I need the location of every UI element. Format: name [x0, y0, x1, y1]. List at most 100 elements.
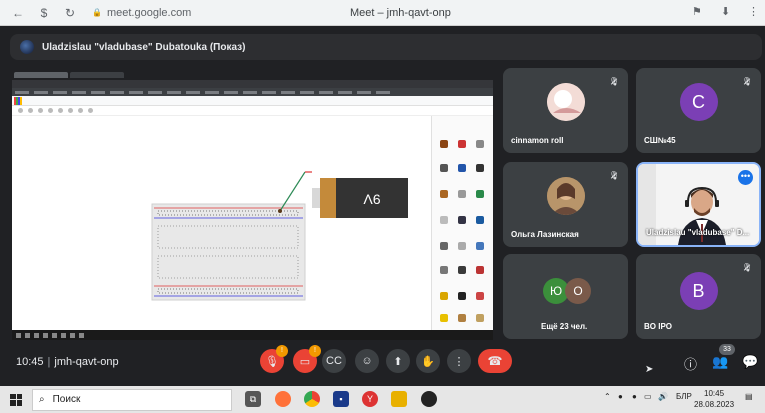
taskbar-search[interactable]: ⌕ Поиск [32, 388, 232, 411]
search-placeholder: Поиск [52, 394, 81, 405]
shared-address-bar [12, 80, 493, 88]
folder-icon[interactable] [391, 391, 407, 407]
back-arrow-icon[interactable]: ← [10, 5, 26, 21]
circuit-drawing: 9V [151, 171, 408, 301]
more-options-icon[interactable]: ••• [738, 170, 753, 185]
camera-toggle-button[interactable]: ▭ ! [293, 345, 321, 373]
participant-name: Uladzislau "vladubase" D... [646, 228, 750, 237]
mic-off-icon: 🎙 [608, 171, 619, 180]
mic-off-icon: 🎙 [265, 355, 279, 368]
participant-name: BO IPO [644, 322, 673, 331]
meeting-info: 10:45 | jmh-qavt-onp [16, 356, 119, 368]
windows-logo-icon [10, 393, 22, 406]
meeting-code: jmh-qavt-onp [54, 356, 119, 368]
shared-taskbar [12, 330, 493, 340]
mic-off-icon: 🎙 [741, 263, 752, 272]
tray-app-icon[interactable]: ● [618, 392, 623, 401]
participant-avatar: O [565, 278, 591, 304]
meet-stage: Uladzislau "vladubase" Dubatouka (Показ) [0, 26, 765, 384]
participant-tile[interactable]: 🎙 Ольга Лазинская [503, 162, 628, 247]
battery-cap [320, 178, 336, 218]
language-indicator[interactable]: БЛР [676, 392, 692, 401]
meeting-time: 10:45 [16, 356, 44, 368]
app-icon[interactable] [421, 391, 437, 407]
raise-hand-button[interactable]: ✋ [416, 349, 440, 373]
meet-controls: 10:45 | jmh-qavt-onp 🎙 ! ▭ ! CC ☺ ⬆ ✋ ⋮ ☎ … [0, 342, 765, 384]
search-icon: ⌕ [39, 394, 45, 405]
mic-off-icon: 🎙 [608, 77, 619, 86]
shared-browser-tabs [12, 70, 493, 80]
chat-icon[interactable]: 💬 [742, 354, 758, 370]
mouse-cursor-icon: ➤ [645, 364, 654, 375]
chrome-icon[interactable] [304, 391, 320, 407]
participant-video-tile[interactable]: ••• Uladzislau "vladubase" D... [636, 162, 761, 247]
address-bar[interactable]: 🔒 meet.google.com [92, 7, 191, 19]
download-icon[interactable]: ⬇ [721, 5, 730, 18]
participant-tile[interactable]: B 🎙 BO IPO [636, 254, 761, 339]
more-options-button[interactable]: ⋮ [447, 349, 471, 373]
participant-photo [546, 177, 585, 215]
shared-screen[interactable]: 9V [12, 70, 493, 340]
system-clock[interactable]: 10:45 28.08.2023 [694, 388, 734, 410]
people-count-badge: 33 [719, 344, 735, 355]
tray-app-icon[interactable]: ● [632, 392, 637, 401]
camera-off-icon: ▭ [299, 355, 311, 368]
captions-icon: CC [326, 355, 342, 367]
participant-tile[interactable]: 🎙 cinnamon roll [503, 68, 628, 153]
present-screen-icon: ⬆ [393, 355, 403, 368]
lock-icon: 🔒 [92, 8, 102, 17]
participant-photo [546, 83, 585, 121]
tinkercad-logo [14, 97, 22, 105]
participant-avatar: B [679, 272, 718, 311]
start-button[interactable] [0, 386, 32, 413]
firefox-icon[interactable] [275, 391, 291, 407]
task-view-icon[interactable]: ⧉ [245, 391, 261, 407]
clock-time: 10:45 [704, 389, 725, 398]
windows-taskbar: ⌕ Поиск ⧉ ▪ Y ⌃ ● ● ▭ 🔊 БЛР 10:45 28.08.… [0, 386, 765, 413]
reload-icon[interactable]: ↻ [62, 5, 78, 21]
url-text: meet.google.com [106, 6, 192, 19]
mic-off-icon: 🎙 [741, 77, 752, 86]
shared-bookmarks [12, 88, 493, 96]
phone-hangup-icon: ☎ [487, 354, 503, 368]
people-icon[interactable]: 👥 [712, 354, 728, 370]
bookmark-icon[interactable]: ⚑ [692, 5, 702, 18]
battery-label: 9V [363, 191, 381, 207]
presenter-bar: Uladzislau "vladubase" Dubatouka (Показ) [10, 34, 762, 60]
components-panel [431, 116, 493, 330]
window-title: Meet – jmh-qavt-onp [350, 6, 451, 19]
yandex-icon[interactable]: Y [362, 391, 378, 407]
tinkercad-header [12, 96, 493, 106]
browser-toolbar: ← $ ↻ 🔒 meet.google.com Meet – jmh-qavt-… [0, 0, 765, 26]
more-participants-tile[interactable]: Ю O Ещё 23 чел. [503, 254, 628, 339]
participant-avatar: C [679, 83, 718, 121]
participant-name: СШ№45 [644, 136, 676, 145]
presenter-label: Uladzislau "vladubase" Dubatouka (Показ) [42, 41, 246, 53]
participant-tile[interactable]: C 🎙 СШ№45 [636, 68, 761, 153]
save-app-icon[interactable]: ▪ [333, 391, 349, 407]
participant-name: cinnamon roll [511, 136, 564, 145]
circuit-toolbar [12, 106, 493, 116]
present-button[interactable]: ⬆ [386, 349, 410, 373]
shield-icon[interactable]: $ [36, 5, 52, 21]
hand-icon: ✋ [421, 355, 435, 368]
end-call-button[interactable]: ☎ [478, 349, 512, 373]
reactions-button[interactable]: ☺ [355, 349, 379, 373]
presenter-avatar [20, 40, 34, 54]
tray-chevron-icon[interactable]: ⌃ [604, 392, 611, 401]
clock-date: 28.08.2023 [694, 400, 735, 409]
network-icon[interactable]: ▭ [644, 392, 652, 401]
emoji-icon: ☺ [361, 355, 373, 367]
notifications-icon[interactable]: ▤ [745, 392, 753, 401]
camera-warning-badge: ! [309, 345, 321, 357]
captions-button[interactable]: CC [322, 349, 346, 373]
mic-toggle-button[interactable]: 🎙 ! [260, 345, 288, 373]
more-participants-label: Ещё 23 чел. [541, 322, 588, 331]
participant-name: Ольга Лазинская [511, 230, 579, 239]
mic-warning-badge: ! [276, 345, 288, 357]
menu-dots-icon[interactable]: ⋮ [748, 5, 759, 18]
volume-icon[interactable]: 🔊 [658, 392, 668, 401]
circuit-canvas: 9V [12, 126, 430, 330]
menu-dots-icon: ⋮ [453, 355, 465, 368]
info-icon[interactable]: ⓘ [684, 354, 697, 373]
